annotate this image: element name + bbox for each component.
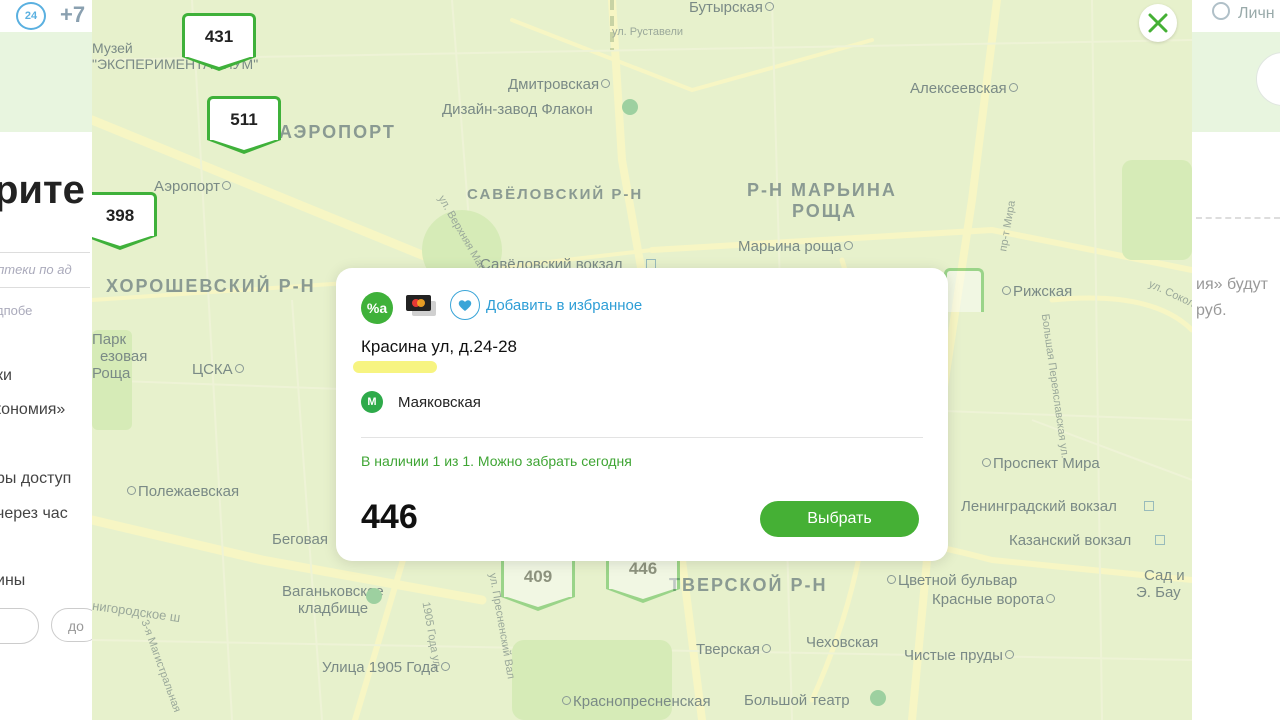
district-label: РОЩА: [792, 201, 858, 221]
price-marker[interactable]: 511: [207, 96, 281, 154]
map-place: Краснопресненская: [562, 693, 711, 710]
bg-text: ры доступ: [0, 470, 72, 487]
filter-pill[interactable]: [0, 608, 39, 644]
user-icon: [1212, 2, 1230, 20]
map-place: Алексеевская: [910, 80, 1018, 97]
favorites-label: Добавить в избранное: [486, 296, 643, 314]
bg-text: ия» будут: [1196, 276, 1268, 293]
district-label: САВЁЛОВСКИЙ Р-Н: [467, 186, 644, 203]
price: 446: [361, 498, 418, 536]
divider: [1196, 217, 1280, 219]
map-place: Проспект Мира: [982, 455, 1100, 472]
map-place: Музей: [92, 40, 133, 56]
map-place: Казанский вокзал: [1009, 532, 1132, 549]
availability-status: В наличии 1 из 1. Можно забрать сегодня: [361, 453, 632, 469]
map-place: Большой театр: [744, 692, 850, 709]
map-place: Чеховская: [806, 634, 879, 651]
map-place: кладбище: [298, 600, 369, 617]
close-button[interactable]: [1139, 4, 1177, 42]
price-marker[interactable]: 398: [92, 192, 157, 250]
map-place: Аэропорт: [154, 178, 232, 195]
divider: [361, 437, 923, 438]
bg-text: через час: [0, 505, 68, 522]
metro-icon: М: [361, 391, 383, 413]
railway-icon: [1155, 535, 1165, 545]
map-place: ЦСКА: [192, 361, 244, 378]
phone-number: +7: [60, 2, 86, 27]
map-place: Дизайн-завод Флакон: [442, 101, 593, 118]
map-place: Полежаевская: [127, 483, 239, 500]
poi-icon: [366, 588, 382, 604]
map-place: Беговая: [272, 531, 328, 548]
map-place: Тверская: [696, 641, 771, 658]
map-place: Сад и: [1144, 567, 1185, 584]
street-label: ул. Руставели: [612, 26, 684, 38]
district-label: ХОРОШЕВСКИЙ Р-Н: [106, 276, 316, 296]
add-to-favorites-button[interactable]: Добавить в избранное: [450, 290, 642, 320]
map-place: Дмитровская: [508, 76, 611, 93]
map-place: Парк: [92, 331, 127, 348]
choose-button[interactable]: Выбрать: [760, 501, 919, 537]
discount-icon: %a: [361, 292, 393, 324]
store-card: %a Добавить в избранное Красина ул, д.24…: [336, 268, 948, 561]
map-place: езовая: [100, 348, 148, 365]
railway-icon: [1144, 501, 1154, 511]
highlight-mark: [353, 361, 437, 373]
map-place: Цветной бульвар: [887, 572, 1017, 589]
heart-icon: [450, 290, 480, 320]
close-icon: [1148, 13, 1168, 33]
price-marker[interactable]: [944, 268, 984, 312]
map-place: Чистые пруды: [904, 647, 1014, 664]
map-place: Красные ворота: [932, 591, 1056, 608]
map-place: Роща: [92, 365, 131, 382]
search-input[interactable]: аптеки по ад: [0, 252, 90, 288]
district-label: АЭРОПОРТ: [279, 122, 396, 142]
site-logo: 24: [16, 2, 46, 30]
price-marker[interactable]: 431: [182, 13, 256, 71]
metro-station: Маяковская: [398, 394, 481, 411]
bg-link: дпобе: [0, 303, 33, 318]
map-place: Э. Бау: [1136, 584, 1181, 601]
map-place: Ленинградский вокзал: [961, 498, 1117, 515]
account-link[interactable]: Личн: [1212, 2, 1275, 23]
bg-text: ки: [0, 367, 12, 384]
district-label: ТВЕРСКОЙ Р-Н: [669, 575, 828, 595]
bank-card-icon: [406, 295, 436, 316]
store-address: Красина ул, д.24-28: [361, 337, 517, 356]
map-place: Бутырская: [689, 0, 774, 16]
map-place: Рижская: [1002, 283, 1072, 300]
page-title: рите: [0, 168, 85, 212]
bg-text: кономия»: [0, 401, 66, 418]
bg-text: руб.: [1196, 302, 1227, 319]
poi-icon: [622, 99, 638, 115]
bg-text: ины: [0, 572, 26, 589]
poi-icon: [870, 690, 886, 706]
map-place: Марьина роща: [738, 238, 853, 255]
district-label: Р-Н МАРЬИНА: [747, 180, 897, 200]
